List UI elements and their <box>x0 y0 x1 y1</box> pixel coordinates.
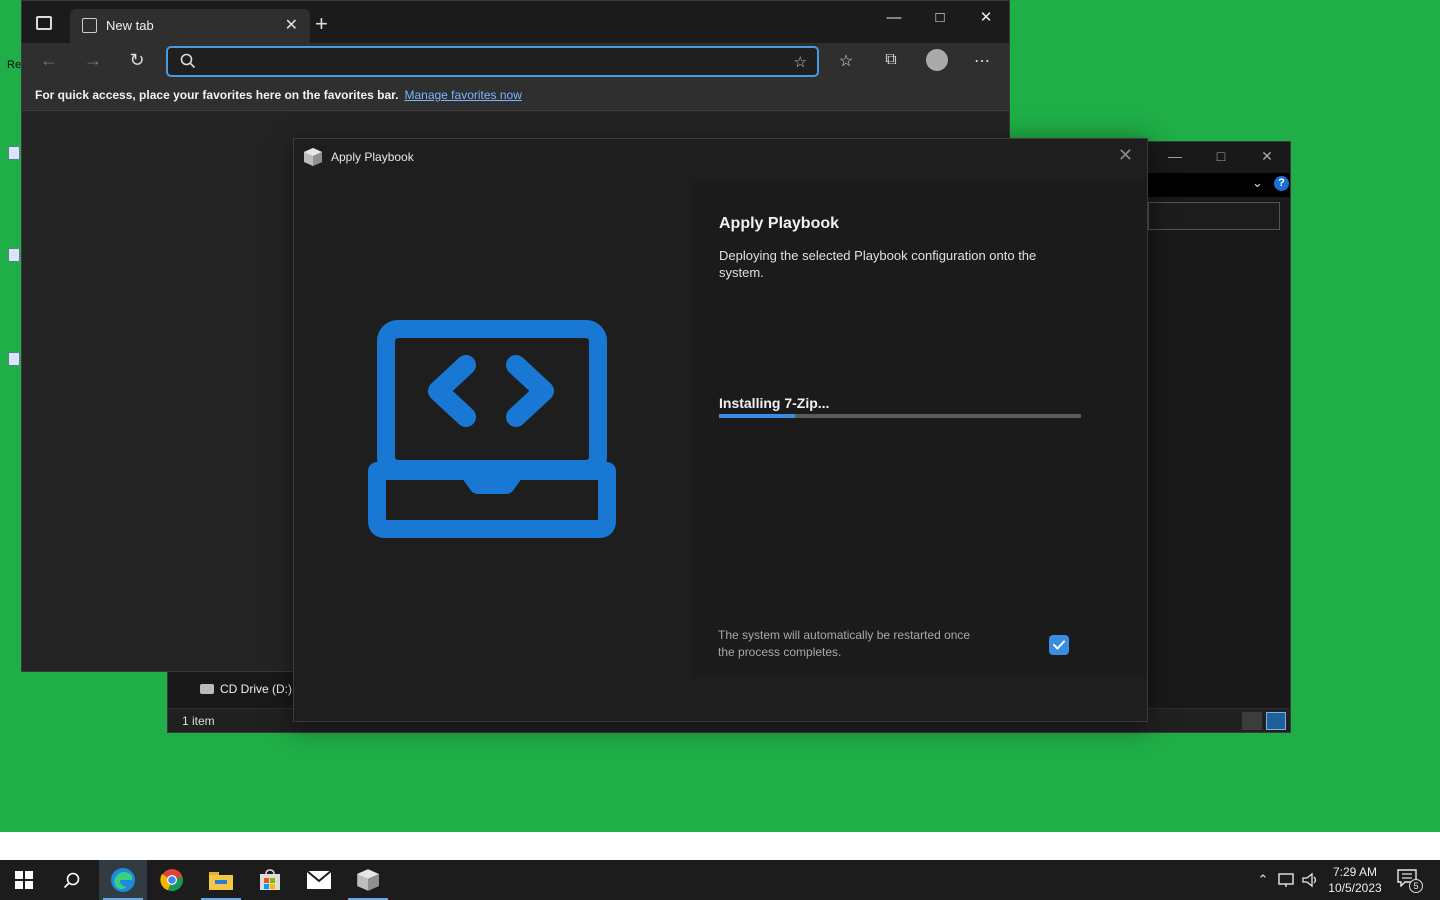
restart-checkbox[interactable] <box>1049 635 1069 655</box>
dialog-heading: Apply Playbook <box>719 215 840 232</box>
notification-badge: 5 <box>1409 879 1423 893</box>
refresh-icon[interactable]: ↻ <box>124 50 150 74</box>
dialog-footer <box>294 679 1147 721</box>
progress-fill <box>719 414 796 418</box>
edge-icon <box>111 868 135 892</box>
chevron-down-icon[interactable]: ⌄ <box>1252 175 1263 191</box>
search-button[interactable] <box>48 860 96 900</box>
close-icon[interactable]: ✕ <box>963 1 1009 33</box>
network-icon[interactable] <box>1278 872 1296 888</box>
taskbar-file-explorer[interactable] <box>197 860 245 900</box>
favorites-bar: For quick access, place your favorites h… <box>22 81 1009 111</box>
checkmark-icon <box>1053 640 1065 650</box>
white-strip <box>0 832 1440 860</box>
forward-icon[interactable]: → <box>80 50 106 74</box>
search-icon <box>63 872 80 889</box>
chrome-icon <box>160 869 183 892</box>
close-icon[interactable]: ✕ <box>1244 142 1290 170</box>
clock-time: 7:29 AM <box>1332 865 1378 879</box>
profile-avatar[interactable] <box>926 49 948 71</box>
favorites-message: For quick access, place your favorites h… <box>35 88 522 102</box>
tab-strip: New tab ✕ + — □ ✕ <box>22 1 1009 43</box>
folder-icon <box>209 872 233 890</box>
favorites-icon[interactable]: ☆ <box>834 51 858 71</box>
drive-label: CD Drive (D:) <box>220 682 292 696</box>
taskbar-playbook-app[interactable] <box>344 860 392 900</box>
start-button[interactable] <box>0 860 48 900</box>
show-hidden-icons[interactable]: ⌃ <box>1254 872 1272 888</box>
dialog-content-panel: Apply Playbook Deploying the selected Pl… <box>692 181 1147 678</box>
close-icon[interactable]: ✕ <box>1118 145 1133 166</box>
collections-icon[interactable]: ⧉ <box>879 51 903 69</box>
dialog-title: Apply Playbook <box>331 150 414 164</box>
store-icon <box>260 869 280 890</box>
minimize-icon[interactable]: — <box>1152 142 1198 170</box>
volume-icon[interactable] <box>1302 872 1320 888</box>
browser-window-controls: — □ ✕ <box>871 1 1009 33</box>
action-center-button[interactable]: 5 <box>1397 869 1423 893</box>
maximize-icon[interactable]: □ <box>1198 142 1244 170</box>
new-tab-button[interactable]: + <box>315 11 328 37</box>
clock[interactable]: 7:29 AM 10/5/2023 <box>1322 864 1388 896</box>
progress-bar <box>719 414 1081 418</box>
address-input[interactable] <box>202 52 762 72</box>
cd-drive-icon <box>200 684 214 694</box>
windows-icon <box>15 871 33 889</box>
clock-date: 10/5/2023 <box>1328 881 1382 895</box>
favorites-message-text: For quick access, place your favorites h… <box>35 88 399 102</box>
desktop-icon[interactable] <box>8 248 20 262</box>
search-icon <box>180 53 196 69</box>
taskbar-mail[interactable] <box>295 860 343 900</box>
tab-new-tab[interactable]: New tab ✕ <box>70 9 310 43</box>
desktop-icon[interactable] <box>8 146 20 160</box>
dialog-title-bar: Apply Playbook ✕ <box>294 139 1147 175</box>
tab-actions-icon[interactable] <box>36 16 52 30</box>
desktop-icon[interactable] <box>8 352 20 366</box>
dialog-description: Deploying the selected Playbook configur… <box>719 248 1037 280</box>
item-count: 1 item <box>182 714 215 728</box>
mail-icon <box>307 871 331 889</box>
taskbar-store[interactable] <box>246 860 294 900</box>
app-box-icon <box>357 869 379 891</box>
help-icon[interactable]: ? <box>1274 176 1289 191</box>
close-tab-icon[interactable]: ✕ <box>285 15 298 35</box>
new-tab-icon <box>82 18 97 33</box>
explorer-window-controls: — □ ✕ <box>1152 142 1290 170</box>
browser-toolbar: ← → ↻ ☆ ☆ ⧉ ⋯ <box>22 43 1009 81</box>
taskbar-chrome[interactable] <box>148 860 196 900</box>
more-icon[interactable]: ⋯ <box>970 51 994 71</box>
address-bar[interactable]: ☆ <box>166 46 819 77</box>
laptop-code-icon <box>368 320 616 538</box>
install-status: Installing 7-Zip... <box>719 395 830 411</box>
minimize-icon[interactable]: — <box>871 1 917 33</box>
explorer-search-input[interactable] <box>1148 202 1280 230</box>
tab-title: New tab <box>106 18 154 33</box>
maximize-icon[interactable]: □ <box>917 1 963 33</box>
restart-note: The system will automatically be restart… <box>718 628 971 659</box>
apply-playbook-dialog[interactable]: Apply Playbook ✕ Apply Playbook Deployin… <box>293 138 1148 722</box>
system-tray: ⌃ <box>1254 860 1320 900</box>
add-favorite-icon[interactable]: ☆ <box>794 53 807 71</box>
details-view-button[interactable] <box>1242 712 1262 730</box>
app-box-icon <box>304 148 322 166</box>
desktop-label: Re <box>7 59 22 71</box>
taskbar-edge[interactable] <box>99 860 147 900</box>
drive-list-item[interactable]: CD Drive (D:) <box>200 682 292 696</box>
back-icon[interactable]: ← <box>36 50 62 74</box>
dialog-illustration-panel <box>294 181 690 681</box>
taskbar: ⌃ 7:29 AM 10/5/2023 5 <box>0 860 1440 900</box>
large-icons-view-button[interactable] <box>1266 712 1286 730</box>
ribbon-bar <box>1148 173 1290 197</box>
manage-favorites-link[interactable]: Manage favorites now <box>404 88 521 102</box>
